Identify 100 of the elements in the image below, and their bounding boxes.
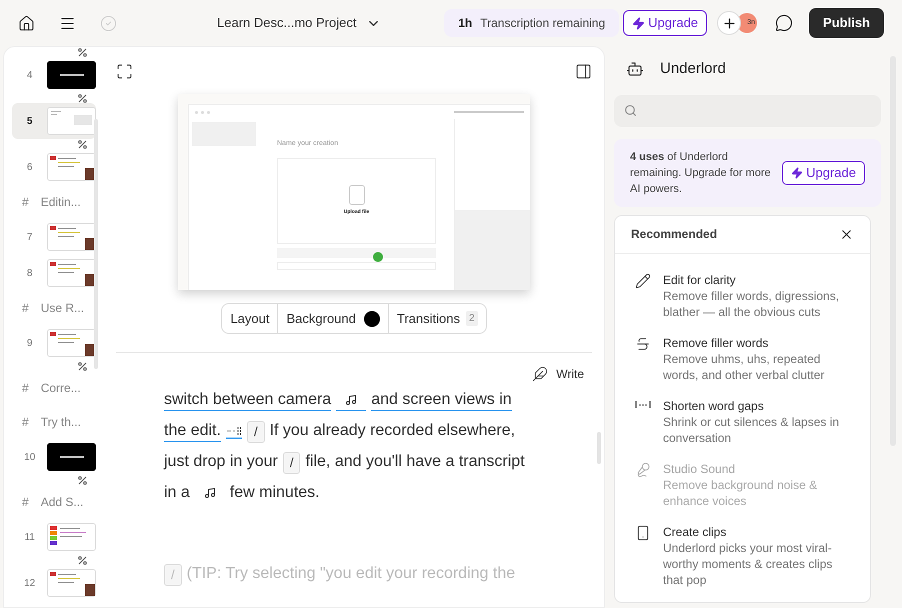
transcript-text: just drop in your (164, 452, 278, 472)
scene-thumbnail (47, 523, 96, 551)
transition-icon[interactable] (78, 48, 87, 56)
action-description: Remove uhms, uhs, repeated words, and other verbal clutter (663, 350, 826, 382)
recommended-action[interactable]: Remove filler words Remove uhms, uhs, repeated words, and other verbal clutter (635, 334, 850, 382)
robot-icon (626, 60, 644, 78)
scene-number: 7 (26, 230, 34, 244)
write-button[interactable]: Write (532, 365, 584, 383)
pencil-icon (635, 272, 651, 288)
search-icon (624, 104, 637, 117)
action-title: Create clips (663, 524, 728, 540)
transition-icon[interactable] (78, 94, 87, 102)
project-title-dropdown[interactable]: Learn Desc...mo Project (217, 13, 382, 33)
scene-thumbnail (47, 153, 96, 181)
scene-item[interactable]: 11 (12, 519, 96, 555)
microphone-icon (635, 462, 651, 478)
word-gap-icon (635, 398, 651, 408)
lightning-icon (791, 166, 804, 178)
word-gap-chip[interactable]: / (246, 420, 265, 442)
transitions-count: 2 (466, 311, 478, 326)
heading-marker: # (22, 494, 29, 511)
transcript-text: few minutes. (230, 483, 320, 503)
scene-thumbnail (47, 107, 96, 135)
feather-icon (532, 366, 548, 382)
scene-number: 6 (26, 160, 34, 174)
layout-button[interactable]: Layout (222, 304, 278, 333)
breadcrumb-line (454, 111, 524, 113)
scene-thumbnail (47, 569, 96, 597)
fit-screen-icon[interactable] (116, 63, 133, 80)
heading-marker: # (22, 380, 29, 397)
transcript-text: (TIP: Try selecting "you edit your recording the (186, 564, 516, 584)
heading-marker: # (22, 300, 29, 317)
section-heading[interactable]: # Use R... (4, 291, 104, 325)
recommended-title: Recommended (631, 226, 718, 243)
transcript-text: the edit. (164, 421, 221, 442)
scene-item[interactable]: 5 (12, 103, 96, 139)
transition-icon[interactable] (78, 476, 87, 484)
action-description: Underlord picks your most viral-worthy moments & creates clips that pop (663, 540, 834, 588)
transitions-button[interactable]: Transitions 2 (388, 304, 486, 333)
scene-thumbnail (47, 223, 96, 251)
assistant-title: Underlord (660, 59, 726, 79)
recommended-action[interactable]: Edit for clarity Remove filler words, digressions, blather — all the obvious cuts (635, 272, 850, 320)
scene-thumbnail (47, 259, 96, 287)
strikethrough-icon (635, 336, 651, 352)
scene-item[interactable]: 9 (12, 325, 96, 361)
plus-icon (722, 16, 737, 30)
scene-number: 4 (26, 68, 34, 82)
cut-marker-icon[interactable] (226, 424, 242, 438)
scene-thumbnail (47, 443, 96, 471)
recommended-action[interactable]: Create clips Underlord picks your most viral-worthy moments & creates clips that pop (635, 524, 850, 588)
search-field[interactable] (614, 94, 881, 126)
home-icon[interactable] (18, 14, 35, 32)
upgrade-button[interactable]: Upgrade (782, 160, 865, 184)
section-heading[interactable]: # Try th... (4, 405, 104, 439)
comment-icon[interactable] (775, 14, 794, 32)
action-title: Shorten word gaps (663, 398, 765, 414)
add-button[interactable] (717, 11, 742, 35)
section-heading[interactable]: # Corre... (4, 371, 104, 405)
heading-label: Add S... (40, 494, 84, 511)
scene-item[interactable]: 6 (12, 149, 96, 185)
file-icon (348, 184, 364, 205)
scene-item[interactable]: 4 (12, 57, 96, 93)
check-circle-icon[interactable] (100, 14, 117, 32)
action-description: Shrink or cut silences & lapses in conversation (663, 414, 840, 446)
lightning-icon (632, 16, 646, 30)
scene-number: 8 (26, 266, 34, 280)
scene-number: 10 (23, 450, 36, 464)
heading-label: Corre... (40, 380, 81, 397)
scene-item[interactable]: 12 (12, 565, 96, 601)
transcript-text: in a (164, 483, 190, 503)
transcription-amount: 1h (458, 15, 472, 32)
scene-thumbnail (47, 61, 96, 89)
transcript-text: and screen views in (371, 390, 512, 411)
transition-icon[interactable] (78, 362, 87, 370)
scene-number: 9 (26, 336, 34, 350)
scene-item[interactable]: 7 (12, 219, 96, 255)
scene-item[interactable]: 8 (12, 255, 96, 291)
heading-marker: # (22, 414, 29, 431)
section-heading[interactable]: # Add S... (4, 485, 104, 519)
upgrade-button[interactable]: Upgrade (623, 10, 708, 36)
publish-button[interactable]: Publish (809, 8, 884, 38)
action-description: Remove background noise & enhance voices (663, 476, 818, 508)
word-gap-chip[interactable]: / (282, 452, 300, 474)
action-title: Studio Sound (663, 460, 736, 476)
transcription-label: Transcription remaining (480, 15, 606, 32)
scene-item[interactable]: 10 (12, 439, 96, 475)
panel-toggle-icon[interactable] (575, 63, 592, 80)
scene-thumbnail (47, 329, 96, 357)
scene-number: 12 (23, 576, 36, 590)
transition-icon[interactable] (78, 140, 87, 148)
transcript-text: If you already recorded elsewhere, (270, 421, 516, 441)
usage-text: 4 uses of Underlord remaining. Upgrade for more AI powers. (630, 150, 772, 196)
transition-icon[interactable] (78, 556, 87, 564)
action-description: Remove filler words, digressions, blather — all the obvious cuts (663, 288, 840, 320)
transcript-text: file, and you'll have a transcript (305, 452, 525, 472)
background-button[interactable]: Background (278, 304, 389, 333)
section-heading[interactable]: # Editin... (4, 185, 104, 219)
heading-label: Editin... (40, 194, 81, 211)
window-dots (195, 110, 210, 114)
recommended-action[interactable]: Shorten word gaps Shrink or cut silences & lapses in conversation (635, 398, 850, 446)
